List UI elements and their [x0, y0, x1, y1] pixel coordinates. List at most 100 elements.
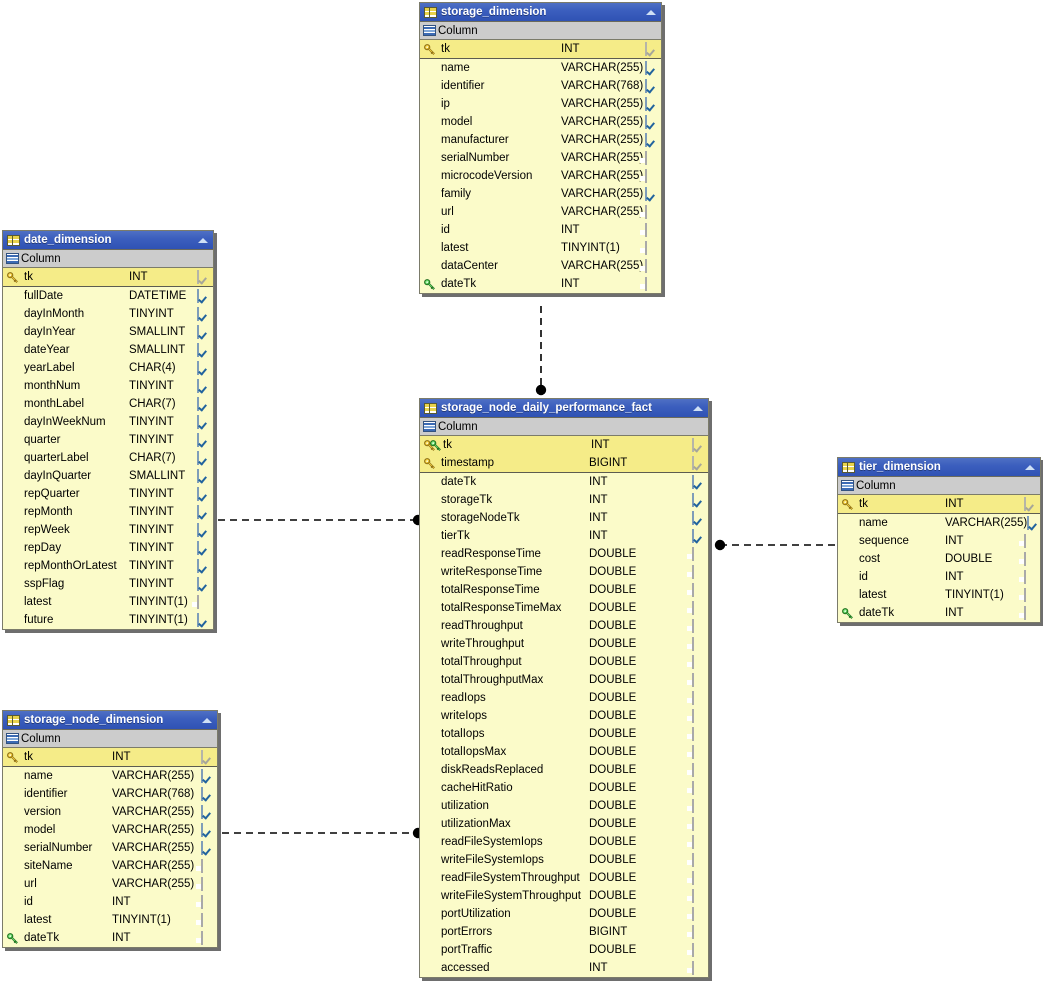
column-checkbox[interactable]: [692, 492, 705, 507]
column-row[interactable]: readResponseTime DOUBLE: [420, 545, 708, 563]
column-row[interactable]: utilizationMax DOUBLE: [420, 815, 708, 833]
chevron-up-icon[interactable]: [1023, 460, 1038, 475]
column-checkbox[interactable]: [645, 60, 658, 75]
column-row[interactable]: ip VARCHAR(255): [420, 95, 661, 113]
entity-title-bar[interactable]: storage_node_dimension: [3, 711, 217, 730]
column-checkbox[interactable]: [692, 816, 705, 831]
column-checkbox[interactable]: [201, 858, 214, 873]
column-group-header[interactable]: Column: [420, 22, 661, 40]
column-checkbox[interactable]: [692, 582, 705, 597]
column-checkbox[interactable]: [197, 450, 210, 465]
column-row[interactable]: manufacturer VARCHAR(255): [420, 131, 661, 149]
column-checkbox[interactable]: [692, 942, 705, 957]
column-checkbox[interactable]: [692, 528, 705, 543]
column-checkbox[interactable]: [692, 852, 705, 867]
column-group-header[interactable]: Column: [3, 250, 213, 268]
column-row[interactable]: name VARCHAR(255): [420, 59, 661, 77]
column-row[interactable]: id INT: [3, 893, 217, 911]
column-checkbox[interactable]: [645, 240, 658, 255]
column-checkbox[interactable]: [197, 396, 210, 411]
column-row[interactable]: tierTk INT: [420, 527, 708, 545]
column-checkbox[interactable]: [692, 780, 705, 795]
column-checkbox[interactable]: [197, 360, 210, 375]
column-row[interactable]: dateYear SMALLINT: [3, 341, 213, 359]
column-row[interactable]: cacheHitRatio DOUBLE: [420, 779, 708, 797]
column-checkbox[interactable]: [645, 150, 658, 165]
relationship-endpoint-dot[interactable]: [535, 384, 547, 396]
column-row[interactable]: totalIopsMax DOUBLE: [420, 743, 708, 761]
column-checkbox[interactable]: [692, 906, 705, 921]
entity-table[interactable]: date_dimension Column tk INT fullDate DATETIM…: [2, 230, 214, 630]
column-checkbox[interactable]: [1024, 551, 1037, 566]
column-row[interactable]: microcodeVersion VARCHAR(255): [420, 167, 661, 185]
column-row[interactable]: serialNumber VARCHAR(255): [3, 839, 217, 857]
column-row[interactable]: dateTk INT: [3, 929, 217, 947]
entity-table[interactable]: storage_dimension Column tk INT name VARCHAR(…: [419, 2, 662, 294]
column-row[interactable]: readFileSystemThroughput DOUBLE: [420, 869, 708, 887]
column-checkbox[interactable]: [197, 432, 210, 447]
column-checkbox[interactable]: [645, 41, 658, 56]
diagram-canvas[interactable]: storage_dimension Column tk INT name VARCHAR(…: [0, 0, 1043, 993]
column-row[interactable]: diskReadsReplaced DOUBLE: [420, 761, 708, 779]
column-row[interactable]: repDay TINYINT: [3, 539, 213, 557]
column-checkbox[interactable]: [692, 546, 705, 561]
column-checkbox[interactable]: [197, 324, 210, 339]
column-row[interactable]: future TINYINT(1): [3, 611, 213, 629]
column-checkbox[interactable]: [197, 540, 210, 555]
primary-key-row[interactable]: tk INT: [838, 495, 1040, 513]
column-checkbox[interactable]: [692, 618, 705, 633]
column-row[interactable]: readThroughput DOUBLE: [420, 617, 708, 635]
column-row[interactable]: dateTk INT: [420, 275, 661, 293]
column-row[interactable]: dataCenter VARCHAR(255): [420, 257, 661, 275]
column-row[interactable]: utilization DOUBLE: [420, 797, 708, 815]
chevron-up-icon[interactable]: [196, 233, 211, 248]
column-row[interactable]: monthNum TINYINT: [3, 377, 213, 395]
column-row[interactable]: identifier VARCHAR(768): [420, 77, 661, 95]
column-checkbox[interactable]: [197, 468, 210, 483]
column-checkbox[interactable]: [645, 276, 658, 291]
column-checkbox[interactable]: [692, 437, 705, 452]
column-checkbox[interactable]: [645, 222, 658, 237]
entity-title-bar[interactable]: storage_node_daily_performance_fact: [420, 399, 708, 418]
column-checkbox[interactable]: [692, 455, 705, 470]
column-row[interactable]: writeFileSystemThroughput DOUBLE: [420, 887, 708, 905]
column-row[interactable]: dayInQuarter SMALLINT: [3, 467, 213, 485]
column-row[interactable]: sequence INT: [838, 532, 1040, 550]
entity-table[interactable]: storage_node_dimension Column tk INT name VAR…: [2, 710, 218, 948]
column-row[interactable]: dateTk INT: [838, 604, 1040, 622]
column-checkbox[interactable]: [692, 744, 705, 759]
column-checkbox[interactable]: [692, 870, 705, 885]
column-row[interactable]: totalResponseTime DOUBLE: [420, 581, 708, 599]
column-row[interactable]: id INT: [838, 568, 1040, 586]
column-checkbox[interactable]: [197, 414, 210, 429]
column-checkbox[interactable]: [201, 768, 214, 783]
column-row[interactable]: name VARCHAR(255): [838, 514, 1040, 532]
column-row[interactable]: id INT: [420, 221, 661, 239]
column-row[interactable]: latest TINYINT(1): [838, 586, 1040, 604]
column-checkbox[interactable]: [201, 876, 214, 891]
column-checkbox[interactable]: [692, 474, 705, 489]
entity-table[interactable]: storage_node_daily_performance_fact Colum…: [419, 398, 709, 978]
chevron-up-icon[interactable]: [644, 5, 659, 20]
column-checkbox[interactable]: [197, 306, 210, 321]
column-row[interactable]: portErrors BIGINT: [420, 923, 708, 941]
column-row[interactable]: dayInYear SMALLINT: [3, 323, 213, 341]
column-checkbox[interactable]: [692, 834, 705, 849]
column-checkbox[interactable]: [645, 204, 658, 219]
column-checkbox[interactable]: [645, 114, 658, 129]
column-row[interactable]: storageTk INT: [420, 491, 708, 509]
column-checkbox[interactable]: [201, 840, 214, 855]
column-row[interactable]: portTraffic DOUBLE: [420, 941, 708, 959]
column-checkbox[interactable]: [692, 960, 705, 975]
column-row[interactable]: cost DOUBLE: [838, 550, 1040, 568]
column-row[interactable]: quarter TINYINT: [3, 431, 213, 449]
column-checkbox[interactable]: [1024, 587, 1037, 602]
column-row[interactable]: storageNodeTk INT: [420, 509, 708, 527]
primary-key-row[interactable]: timestamp BIGINT: [420, 454, 708, 472]
column-row[interactable]: readIops DOUBLE: [420, 689, 708, 707]
column-checkbox[interactable]: [197, 558, 210, 573]
column-checkbox[interactable]: [645, 168, 658, 183]
column-row[interactable]: url VARCHAR(255): [3, 875, 217, 893]
column-row[interactable]: writeFileSystemIops DOUBLE: [420, 851, 708, 869]
column-checkbox[interactable]: [197, 504, 210, 519]
